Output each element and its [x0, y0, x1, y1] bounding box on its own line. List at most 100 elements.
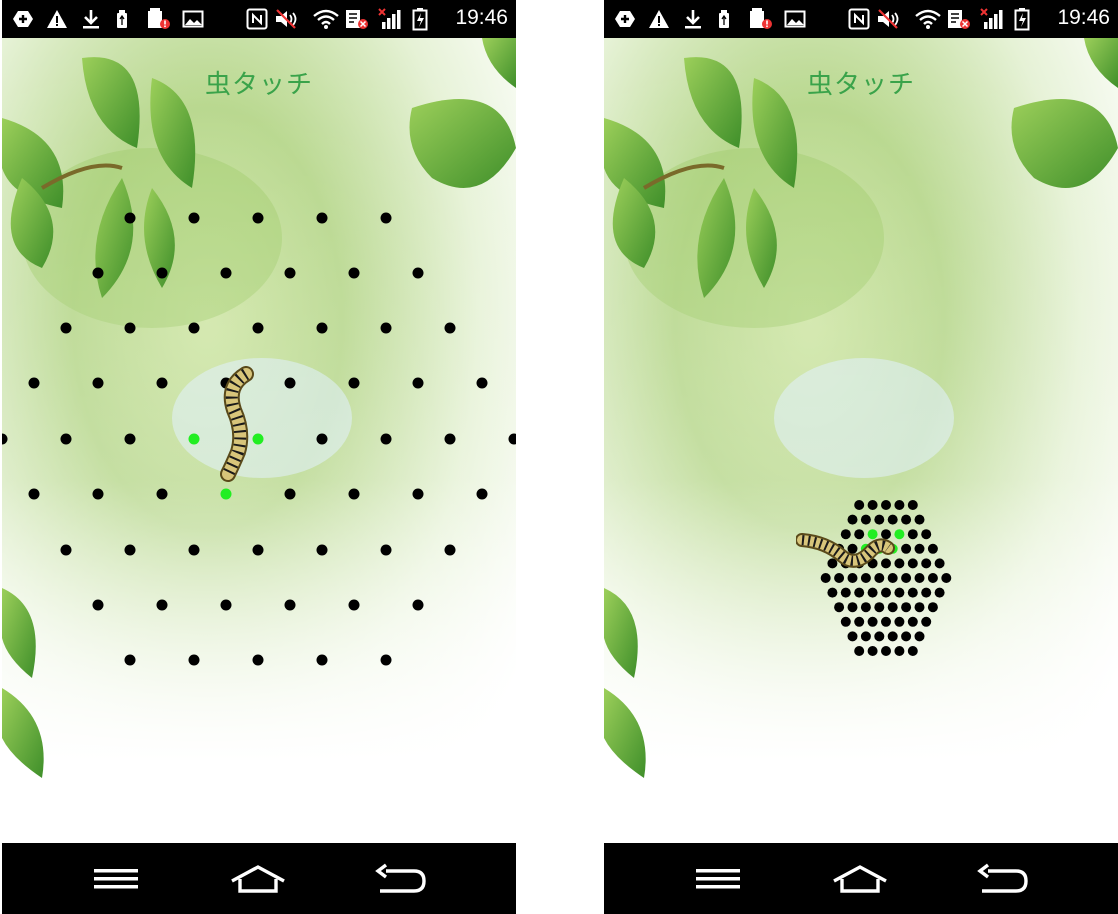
- grid-dot[interactable]: [444, 433, 456, 445]
- grid-dot[interactable]: [284, 267, 296, 279]
- grid-dot[interactable]: [252, 544, 264, 556]
- grid-dot[interactable]: [901, 514, 912, 525]
- grid-dot[interactable]: [284, 599, 296, 611]
- grid-dot-active[interactable]: [220, 488, 232, 500]
- grid-dot[interactable]: [92, 599, 104, 611]
- grid-dot[interactable]: [156, 599, 168, 611]
- dot-grid-small[interactable]: [604, 38, 1118, 842]
- grid-dot[interactable]: [188, 654, 200, 666]
- grid-dot[interactable]: [252, 212, 264, 224]
- grid-dot[interactable]: [894, 616, 905, 627]
- grid-dot[interactable]: [907, 616, 918, 627]
- grid-dot[interactable]: [907, 558, 918, 569]
- grid-dot[interactable]: [867, 646, 878, 656]
- grid-dot[interactable]: [927, 602, 938, 613]
- grid-dot[interactable]: [907, 500, 918, 510]
- app-canvas[interactable]: 虫タッチ: [2, 38, 516, 842]
- grid-dot[interactable]: [881, 646, 891, 656]
- grid-dot[interactable]: [887, 631, 898, 642]
- grid-dot[interactable]: [921, 616, 932, 627]
- grid-dot[interactable]: [874, 631, 885, 642]
- grid-dot[interactable]: [887, 514, 898, 525]
- grid-dot[interactable]: [854, 587, 865, 598]
- grid-dot[interactable]: [380, 654, 392, 666]
- home-icon[interactable]: [830, 859, 890, 899]
- grid-dot[interactable]: [220, 267, 232, 279]
- grid-dot[interactable]: [914, 602, 925, 613]
- menu-icon[interactable]: [688, 859, 748, 899]
- grid-dot[interactable]: [476, 377, 488, 389]
- grid-dot[interactable]: [60, 322, 72, 334]
- grid-dot[interactable]: [907, 646, 918, 656]
- grid-dot[interactable]: [252, 654, 264, 666]
- grid-dot[interactable]: [894, 587, 905, 598]
- grid-dot[interactable]: [914, 631, 925, 642]
- grid-dot[interactable]: [927, 573, 938, 583]
- grid-dot[interactable]: [901, 631, 912, 642]
- grid-dot[interactable]: [854, 500, 865, 510]
- grid-dot[interactable]: [220, 599, 232, 611]
- grid-dot[interactable]: [284, 377, 296, 389]
- grid-dot[interactable]: [28, 377, 40, 389]
- grid-dot[interactable]: [188, 322, 200, 334]
- grid-dot[interactable]: [867, 587, 878, 598]
- grid-dot[interactable]: [901, 573, 912, 583]
- grid-dot[interactable]: [476, 488, 488, 500]
- grid-dot[interactable]: [124, 433, 136, 445]
- grid-dot[interactable]: [881, 587, 891, 598]
- grid-dot[interactable]: [894, 500, 905, 510]
- grid-dot[interactable]: [380, 212, 392, 224]
- home-icon[interactable]: [228, 859, 288, 899]
- grid-dot[interactable]: [934, 558, 945, 569]
- grid-dot[interactable]: [316, 212, 328, 224]
- grid-dot[interactable]: [92, 488, 104, 500]
- grid-dot[interactable]: [284, 488, 296, 500]
- grid-dot[interactable]: [188, 544, 200, 556]
- grid-dot[interactable]: [316, 544, 328, 556]
- grid-dot[interactable]: [412, 488, 424, 500]
- back-icon[interactable]: [972, 859, 1032, 899]
- grid-dot[interactable]: [921, 529, 932, 540]
- grid-dot[interactable]: [380, 433, 392, 445]
- grid-dot[interactable]: [28, 488, 40, 500]
- app-canvas[interactable]: 虫タッチ: [604, 38, 1118, 842]
- grid-dot[interactable]: [316, 322, 328, 334]
- grid-dot[interactable]: [914, 543, 925, 554]
- grid-dot[interactable]: [444, 544, 456, 556]
- grid-dot[interactable]: [907, 587, 918, 598]
- grid-dot[interactable]: [348, 599, 360, 611]
- grid-dot[interactable]: [927, 543, 938, 554]
- grid-dot[interactable]: [412, 599, 424, 611]
- grid-dot[interactable]: [348, 377, 360, 389]
- grid-dot[interactable]: [508, 433, 517, 445]
- grid-dot[interactable]: [316, 433, 328, 445]
- grid-dot[interactable]: [860, 602, 871, 613]
- grid-dot[interactable]: [2, 433, 8, 445]
- grid-dot[interactable]: [854, 616, 865, 627]
- grid-dot[interactable]: [348, 488, 360, 500]
- grid-dot[interactable]: [348, 267, 360, 279]
- grid-dot[interactable]: [827, 587, 838, 598]
- grid-dot[interactable]: [380, 544, 392, 556]
- grid-dot[interactable]: [847, 514, 858, 525]
- grid-dot[interactable]: [874, 514, 885, 525]
- grid-dot[interactable]: [124, 544, 136, 556]
- grid-dot[interactable]: [867, 500, 878, 510]
- grid-dot-active[interactable]: [188, 433, 200, 445]
- grid-dot[interactable]: [188, 212, 200, 224]
- grid-dot[interactable]: [881, 500, 891, 510]
- grid-dot[interactable]: [124, 654, 136, 666]
- grid-dot[interactable]: [860, 514, 871, 525]
- grid-dot[interactable]: [156, 488, 168, 500]
- grid-dot[interactable]: [860, 631, 871, 642]
- grid-dot[interactable]: [124, 212, 136, 224]
- menu-icon[interactable]: [86, 859, 146, 899]
- grid-dot[interactable]: [894, 646, 905, 656]
- grid-dot[interactable]: [444, 322, 456, 334]
- grid-dot[interactable]: [901, 602, 912, 613]
- grid-dot[interactable]: [887, 602, 898, 613]
- grid-dot[interactable]: [881, 616, 891, 627]
- grid-dot[interactable]: [867, 616, 878, 627]
- grid-dot[interactable]: [156, 377, 168, 389]
- grid-dot[interactable]: [907, 529, 918, 540]
